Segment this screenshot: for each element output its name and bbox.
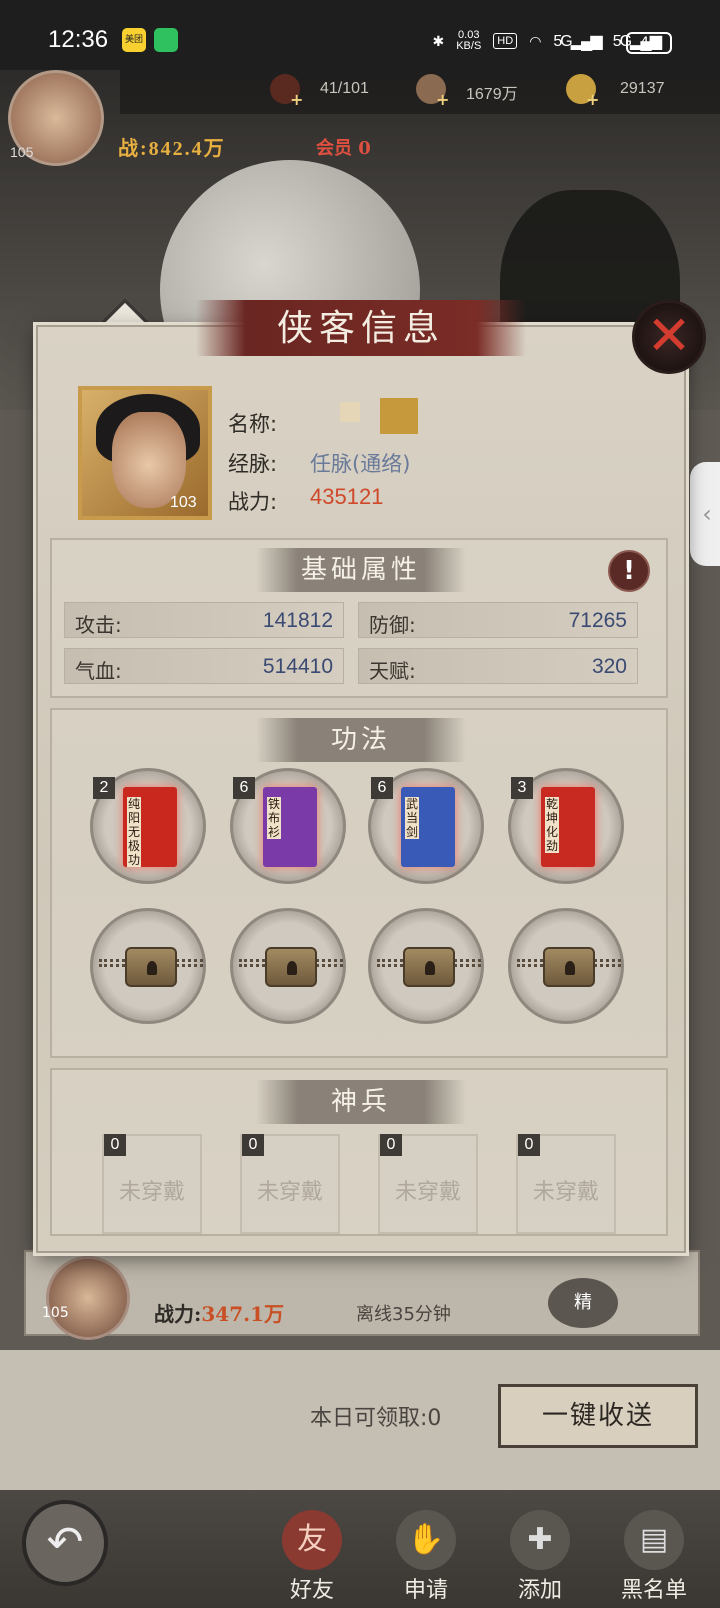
side-drawer-handle[interactable]: ‹ (690, 462, 720, 566)
name-redacted-2 (380, 398, 418, 434)
friends-icon: 友 (282, 1510, 342, 1570)
stamina-add-button[interactable]: + (290, 90, 303, 109)
resource-bar: + 41/101 + 1679万 + 29137 (120, 70, 720, 114)
stat-defense: 防御: 71265 (358, 602, 638, 638)
coins-add-button[interactable]: + (436, 90, 449, 109)
weapon-count-badge: 0 (380, 1134, 402, 1156)
dialog-title: 侠客信息 (276, 308, 445, 349)
padlock-icon (125, 947, 177, 987)
add-friend-icon: ✚ (510, 1510, 570, 1570)
blacklist-icon: ▤ (624, 1510, 684, 1570)
stat-hp: 气血: 514410 (64, 648, 344, 684)
locked-skill-slot[interactable] (90, 908, 206, 1024)
signal-icon-1: 5G▂▄▆ (553, 33, 602, 50)
friend-level: 105 (42, 1305, 69, 1321)
net-speed: 0.03 KB/S (456, 29, 482, 52)
nav-blacklist[interactable]: ▤ 黑名单 (604, 1510, 704, 1603)
skill-slot-3[interactable]: 武当剑 6 (368, 768, 484, 884)
skill-book-icon: 乾坤化劲 (541, 787, 595, 867)
friend-action-button[interactable]: 精 (548, 1278, 618, 1328)
stat-talent: 天赋: 320 (358, 648, 638, 684)
skill-book-icon: 纯阳无极功 (123, 787, 177, 867)
wifi-icon: ◠ (529, 32, 542, 49)
nav-add[interactable]: ✚ 添加 (490, 1510, 590, 1603)
power-label: 战力: (228, 490, 278, 514)
vip-level[interactable]: 会员 0 (316, 134, 371, 160)
skills-title: 功法 (256, 718, 466, 762)
friend-offline-status: 离线35分钟 (356, 1304, 451, 1325)
skill-slot-4[interactable]: 乾坤化劲 3 (508, 768, 624, 884)
friend-avatar[interactable] (46, 1256, 130, 1340)
meituan-app-icon: 美团 (122, 28, 146, 52)
info-exclamation-icon[interactable]: ! (608, 550, 650, 592)
nav-requests-label: 申请 (403, 1578, 448, 1603)
locked-skill-slot[interactable] (508, 908, 624, 1024)
status-bar: 12:36 美团 ✱ 0.03 KB/S HD ◠ 5G▂▄▆ 5G▂▄▆ 40 (0, 0, 720, 70)
padlock-icon (403, 947, 455, 987)
messages-app-icon (154, 28, 178, 52)
nav-requests[interactable]: ✋ 申请 (376, 1510, 476, 1603)
gold-add-button[interactable]: + (586, 90, 599, 109)
handshake-icon: ✋ (396, 1510, 456, 1570)
padlock-icon (265, 947, 317, 987)
hero-portrait: 103 (78, 386, 212, 520)
basic-attributes-title: 基础属性 (256, 548, 466, 592)
weapon-count-badge: 0 (104, 1134, 126, 1156)
stamina-value: 41/101 (320, 80, 369, 97)
locked-skill-slot[interactable] (368, 908, 484, 1024)
gold-value: 29137 (620, 80, 665, 97)
weapon-count-badge: 0 (518, 1134, 540, 1156)
daily-claimable: 本日可领取:0 (310, 1406, 442, 1431)
player-power: 战:842.4万 (118, 138, 226, 160)
name-redacted (340, 402, 360, 422)
hd-voice-icon: HD (493, 33, 518, 49)
locked-skill-slot[interactable] (230, 908, 346, 1024)
nav-friends[interactable]: 友 好友 (262, 1510, 362, 1603)
skill-book-icon: 铁布衫 (263, 787, 317, 867)
skill-level-badge: 6 (371, 777, 393, 799)
bluetooth-icon: ✱ (432, 32, 445, 49)
back-arrow-icon[interactable]: ↶ (22, 1500, 108, 1586)
friend-power: 战力:347.1万 (154, 1302, 285, 1326)
battery-icon: 40 (626, 32, 672, 54)
meridian-label: 经脉: (228, 452, 278, 476)
nav-add-label: 添加 (517, 1578, 562, 1603)
hero-level: 103 (170, 494, 197, 511)
skill-level-badge: 6 (233, 777, 255, 799)
weapon-count-badge: 0 (242, 1134, 264, 1156)
skill-level-badge: 3 (511, 777, 533, 799)
status-time: 12:36 (48, 26, 109, 53)
coins-value: 1679万 (466, 86, 518, 103)
skill-level-badge: 2 (93, 777, 115, 799)
power-value: 435121 (310, 484, 384, 509)
skill-slot-1[interactable]: 纯阳无极功 2 (90, 768, 206, 884)
skill-slot-2[interactable]: 铁布衫 6 (230, 768, 346, 884)
padlock-icon (543, 947, 595, 987)
close-icon[interactable]: ✕ (632, 300, 706, 374)
skill-book-icon: 武当剑 (401, 787, 455, 867)
divine-weapons-title: 神兵 (256, 1080, 466, 1124)
nav-friends-label: 好友 (289, 1578, 334, 1603)
player-level: 105 (10, 144, 34, 160)
nav-blacklist-label: 黑名单 (620, 1578, 687, 1603)
meridian-value: 任脉(通络) (310, 452, 411, 476)
stat-attack: 攻击: 141812 (64, 602, 344, 638)
name-label: 名称: (228, 412, 278, 436)
collect-send-all-button[interactable]: 一键收送 (498, 1384, 698, 1448)
